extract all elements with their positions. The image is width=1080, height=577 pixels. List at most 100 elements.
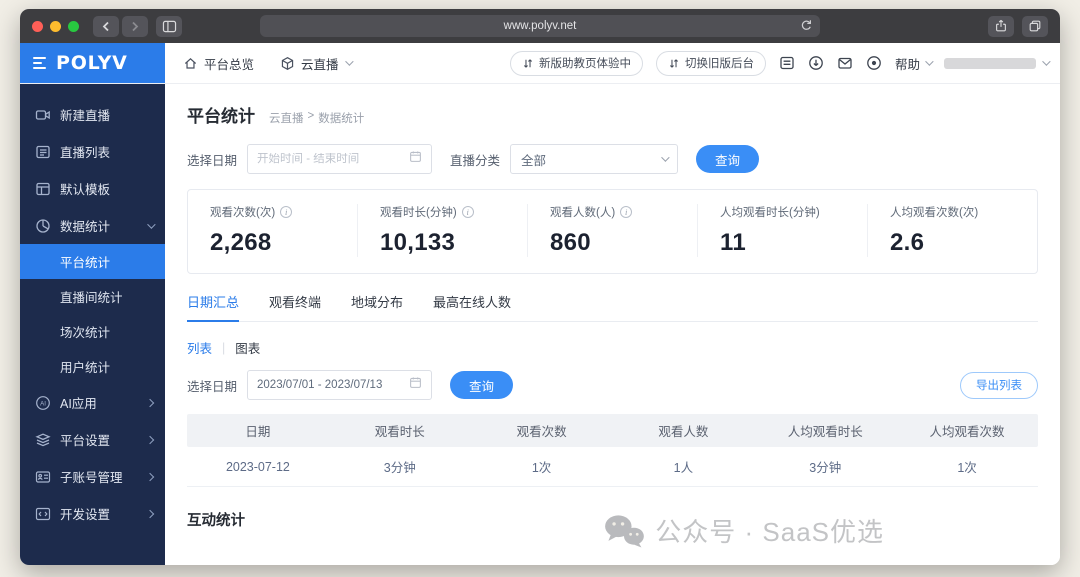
stat-value: 2,268 [210, 229, 272, 256]
tab-date-summary[interactable]: 日期汇总 [187, 292, 240, 322]
stat-value: 10,133 [380, 229, 456, 256]
sidebar-item-new-live[interactable]: 新建直播 [20, 96, 165, 133]
account-menu[interactable] [944, 57, 1051, 69]
sidebar-item-ai-apps[interactable]: AI AI应用 [20, 384, 165, 421]
account-name-redacted [944, 57, 1036, 69]
info-icon[interactable]: i [620, 206, 633, 218]
sidebar-subitem-label: 场次统计 [60, 326, 111, 340]
tab-view-terminal[interactable]: 观看终端 [269, 292, 321, 321]
interaction-stats-title: 互动统计 [187, 513, 245, 529]
info-icon[interactable]: i [280, 206, 293, 218]
chevron-down-icon [147, 219, 156, 229]
app-header: POLYV 平台总览 云直播 新版助教页体验中 切换旧版后台 帮助 [20, 43, 1060, 84]
service-icon[interactable] [866, 55, 882, 71]
switch-old-version-button[interactable]: 切换旧版后台 [655, 50, 766, 76]
sidebar-item-default-template[interactable]: 默认模板 [20, 170, 165, 207]
chevron-right-icon [145, 472, 155, 481]
sidebar-subitem-room-stats[interactable]: 直播间统计 [20, 279, 165, 314]
view-toggle-separator: | [222, 340, 226, 355]
stat-avg-duration: 人均观看时长(分钟) 11 [697, 204, 867, 257]
stat-label: 观看次数(次) [210, 207, 276, 219]
minimize-window-button[interactable] [50, 20, 61, 32]
polyv-logo[interactable]: POLYV [20, 43, 165, 83]
notice-icon[interactable] [779, 55, 795, 71]
table-row[interactable]: 2023-07-12 3分钟 1次 1人 3分钟 1次 [187, 447, 1038, 487]
date-range-field[interactable] [247, 144, 433, 174]
mail-icon[interactable] [837, 55, 853, 71]
chevron-down-icon [344, 57, 354, 66]
ai-icon: AI [35, 395, 51, 411]
breadcrumb-item-data-stats: 数据统计 [318, 113, 365, 125]
nav-label: 云直播 [301, 57, 339, 72]
view-toggle-chart[interactable]: 图表 [235, 338, 260, 357]
stat-label: 观看时长(分钟) [380, 207, 457, 219]
sidebar-subitem-session-stats[interactable]: 场次统计 [20, 314, 165, 349]
nav-platform-overview[interactable]: 平台总览 [183, 54, 254, 73]
help-menu[interactable]: 帮助 [895, 54, 934, 73]
sidebar-toggle-button[interactable] [156, 15, 182, 37]
table-header-row: 日期 观看时长 观看次数 观看人数 人均观看时长 人均观看次数 [187, 414, 1038, 447]
pie-chart-icon [35, 218, 51, 234]
cube-icon [281, 56, 294, 70]
sidebar-subitem-label: 平台统计 [60, 256, 111, 270]
video-camera-icon [35, 107, 51, 123]
live-list-icon [35, 144, 51, 160]
sidebar-subitem-user-stats[interactable]: 用户统计 [20, 349, 165, 384]
table-date-range-field[interactable] [247, 370, 433, 400]
sidebar-subitem-platform-stats[interactable]: 平台统计 [20, 244, 165, 279]
close-window-button[interactable] [32, 20, 43, 32]
sidebar-item-label: AI应用 [60, 397, 97, 411]
info-icon[interactable]: i [461, 206, 474, 218]
tabs-icon [1029, 20, 1041, 32]
share-icon [996, 19, 1006, 32]
chevron-down-icon [1042, 57, 1051, 66]
chevron-left-icon [102, 21, 109, 31]
sidebar-item-label: 数据统计 [60, 220, 111, 234]
date-range-input[interactable] [257, 153, 404, 165]
stat-label: 人均观看次数(次) [890, 207, 979, 219]
logo-text: POLYV [56, 52, 128, 74]
chevron-right-icon [145, 398, 155, 407]
sidebar-item-platform-settings[interactable]: 平台设置 [20, 421, 165, 458]
tabs-overview-button[interactable] [1022, 15, 1048, 37]
stat-view-count: 观看次数(次) i 2,268 [188, 204, 357, 257]
export-list-button[interactable]: 导出列表 [960, 371, 1038, 399]
sidebar-item-subaccount[interactable]: 子账号管理 [20, 458, 165, 495]
menu-collapse-icon[interactable] [33, 57, 46, 69]
table-cell: 1次 [957, 461, 977, 475]
stat-avg-count: 人均观看次数(次) 2.6 [867, 204, 1037, 257]
category-filter-label: 直播分类 [450, 153, 501, 168]
category-select[interactable]: 全部 [510, 144, 679, 174]
sidebar-subitem-label: 直播间统计 [60, 291, 123, 305]
desktop-background: www.polyv.net POLYV 平台总览 云直播 新版助教页体验中 切换… [0, 0, 1080, 577]
sidebar-item-dev-settings[interactable]: 开发设置 [20, 495, 165, 532]
swap-vertical-icon [523, 58, 532, 68]
layers-icon [35, 432, 51, 448]
new-assistant-page-button[interactable]: 新版助教页体验中 [509, 50, 643, 76]
address-bar[interactable]: www.polyv.net [260, 15, 820, 37]
query-button[interactable]: 查询 [696, 145, 760, 173]
table-header: 日期 [245, 425, 271, 439]
swap-vertical-icon [669, 58, 678, 68]
forward-button[interactable] [122, 15, 148, 37]
download-icon[interactable] [808, 55, 824, 71]
tab-max-online[interactable]: 最高在线人数 [433, 292, 511, 321]
view-toggle-list[interactable]: 列表 [187, 338, 212, 357]
sidebar-item-live-list[interactable]: 直播列表 [20, 133, 165, 170]
home-icon [184, 57, 197, 69]
page-title: 平台统计 [187, 107, 255, 126]
sidebar-subitem-label: 用户统计 [60, 361, 111, 375]
sidebar-item-data-stats[interactable]: 数据统计 [20, 207, 165, 244]
fullscreen-window-button[interactable] [68, 20, 79, 32]
template-icon [35, 181, 51, 197]
reload-icon[interactable] [800, 19, 813, 35]
table-date-range-input[interactable] [257, 379, 404, 391]
table-query-button[interactable]: 查询 [450, 371, 514, 399]
stat-viewer-count: 观看人数(人) i 860 [527, 204, 697, 257]
tab-region[interactable]: 地域分布 [351, 292, 403, 321]
back-button[interactable] [93, 15, 119, 37]
breadcrumb-item-cloud-live[interactable]: 云直播 [269, 110, 304, 126]
sidebar-item-label: 直播列表 [60, 146, 111, 160]
share-button[interactable] [988, 15, 1014, 37]
nav-cloud-live[interactable]: 云直播 [280, 54, 354, 73]
